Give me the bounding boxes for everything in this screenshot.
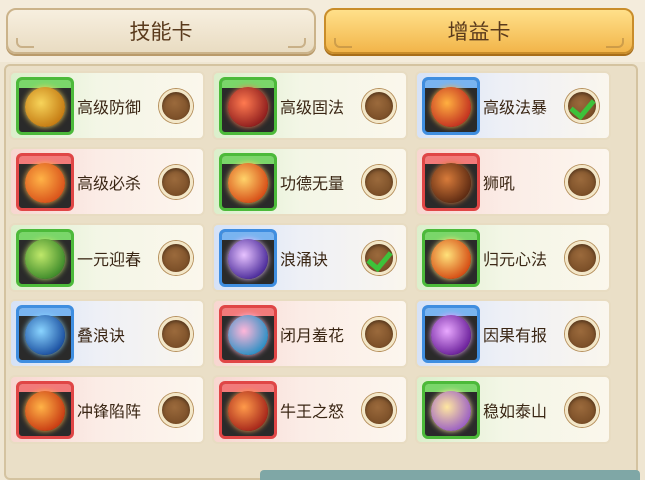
select-toggle[interactable] <box>362 88 396 123</box>
buff-card-label: 牛王之怒 <box>280 401 345 421</box>
buff-card[interactable]: 高级法暴 <box>415 71 611 140</box>
checkmark-icon[interactable] <box>565 88 599 123</box>
buff-card-label: 狮吼 <box>483 173 516 193</box>
water-dragon-icon <box>16 304 74 363</box>
icon-orb <box>25 238 65 279</box>
buff-card-label: 高级固法 <box>280 97 345 117</box>
buff-card-label: 功德无量 <box>280 173 345 193</box>
sprout-icon <box>16 228 74 287</box>
buff-card[interactable]: 浪涌诀 <box>212 223 408 292</box>
tab-skill-cards[interactable]: 技能卡 <box>6 8 316 54</box>
buff-card-label: 因果有报 <box>483 325 548 345</box>
icon-orb <box>431 86 471 127</box>
buff-card[interactable]: 闭月羞花 <box>212 299 408 368</box>
pink-flower-icon <box>219 304 277 363</box>
card-tab-bar: 技能卡 增益卡 <box>0 0 645 62</box>
icon-orb <box>431 314 471 355</box>
buff-card-label: 闭月羞花 <box>280 325 345 345</box>
select-toggle[interactable] <box>159 240 193 275</box>
fire-charge-icon <box>16 380 74 439</box>
flame-lotus-icon <box>219 152 277 211</box>
buff-card[interactable]: 狮吼 <box>415 147 611 216</box>
buff-card-label: 归元心法 <box>483 249 548 269</box>
buff-card-label: 高级法暴 <box>483 97 548 117</box>
buff-card[interactable]: 因果有报 <box>415 299 611 368</box>
buff-card-label: 高级防御 <box>77 97 142 117</box>
buff-card[interactable]: 高级防御 <box>9 71 205 140</box>
select-toggle[interactable] <box>362 164 396 199</box>
icon-orb <box>25 314 65 355</box>
buff-card[interactable]: 稳如泰山 <box>415 375 611 444</box>
purple-spiral-icon <box>422 304 480 363</box>
buff-card-label: 冲锋陷阵 <box>77 401 142 421</box>
buff-card[interactable]: 冲锋陷阵 <box>9 375 205 444</box>
select-toggle[interactable] <box>159 316 193 351</box>
icon-orb <box>431 390 471 431</box>
buff-card[interactable]: 牛王之怒 <box>212 375 408 444</box>
lion-roar-icon <box>422 152 480 211</box>
buff-card-label: 叠浪诀 <box>77 325 126 345</box>
buff-card-label: 稳如泰山 <box>483 401 548 421</box>
buff-card[interactable]: 一元迎春 <box>9 223 205 292</box>
select-toggle[interactable] <box>362 392 396 427</box>
buff-card[interactable]: 归元心法 <box>415 223 611 292</box>
icon-orb <box>431 162 471 203</box>
icon-orb <box>431 238 471 279</box>
icon-orb <box>25 86 65 127</box>
buff-card[interactable]: 叠浪诀 <box>9 299 205 368</box>
fire-hammer-icon <box>16 152 74 211</box>
select-toggle[interactable] <box>159 88 193 123</box>
checkmark-icon[interactable] <box>362 240 396 275</box>
bull-rage-icon <box>219 380 277 439</box>
icon-orb <box>228 390 268 431</box>
icon-orb <box>228 238 268 279</box>
buff-card-label: 一元迎春 <box>77 249 142 269</box>
buff-card-label: 浪涌诀 <box>280 249 329 269</box>
select-toggle[interactable] <box>565 164 599 199</box>
icon-orb <box>25 390 65 431</box>
select-toggle[interactable] <box>565 392 599 427</box>
bottom-scroll-bar <box>260 470 640 480</box>
sun-burst-icon <box>422 228 480 287</box>
select-toggle[interactable] <box>565 240 599 275</box>
tab-buff-cards[interactable]: 增益卡 <box>324 8 634 54</box>
icon-orb <box>228 162 268 203</box>
buff-card[interactable]: 高级必杀 <box>9 147 205 216</box>
select-toggle[interactable] <box>362 316 396 351</box>
buff-card[interactable]: 高级固法 <box>212 71 408 140</box>
select-toggle[interactable] <box>159 164 193 199</box>
red-sword-swirl-icon <box>219 76 277 135</box>
icon-orb <box>25 162 65 203</box>
select-toggle[interactable] <box>159 392 193 427</box>
purple-vortex-icon <box>219 228 277 287</box>
select-toggle[interactable] <box>565 316 599 351</box>
golden-mountain-icon <box>422 380 480 439</box>
icon-orb <box>228 314 268 355</box>
gold-shield-icon <box>16 76 74 135</box>
buff-card[interactable]: 功德无量 <box>212 147 408 216</box>
buff-card-label: 高级必杀 <box>77 173 142 193</box>
lightning-orb-icon <box>422 76 480 135</box>
icon-orb <box>228 86 268 127</box>
